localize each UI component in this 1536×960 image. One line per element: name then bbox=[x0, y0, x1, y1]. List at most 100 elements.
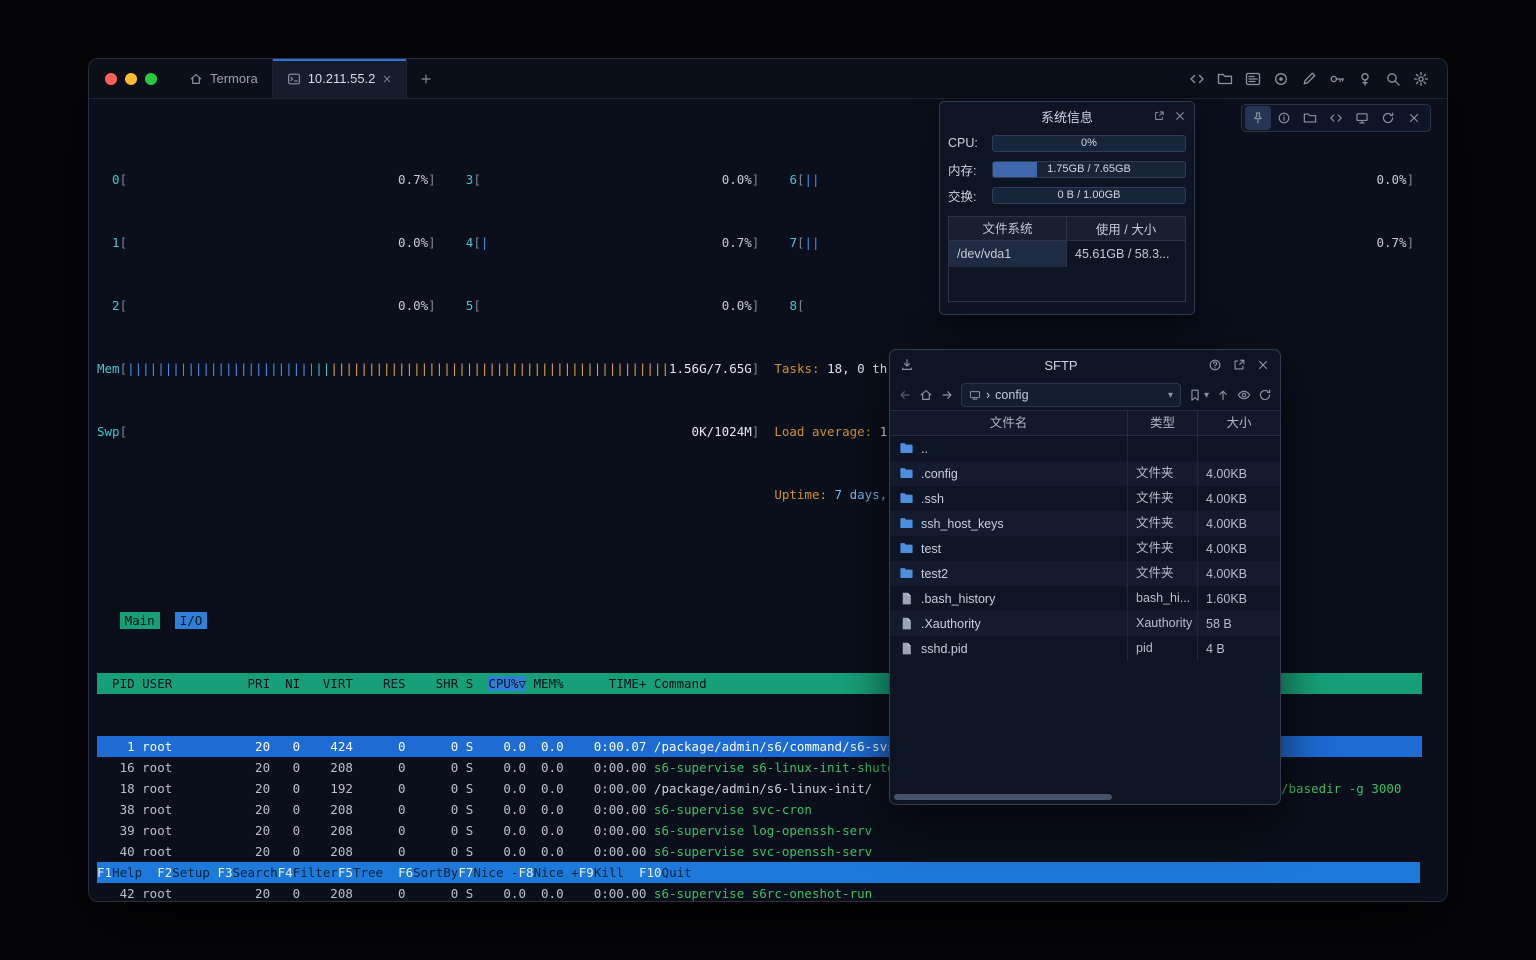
file-name: .ssh bbox=[921, 492, 944, 506]
sftp-file-list: ...config文件夹4.00KB.ssh文件夹4.00KBssh_host_… bbox=[890, 436, 1280, 792]
path-dropdown-icon[interactable]: ▾ bbox=[1168, 390, 1173, 401]
column-filename[interactable]: 文件名 bbox=[890, 410, 1128, 436]
settings-icon[interactable] bbox=[1413, 71, 1429, 87]
fs-usage: 45.61GB / 58.3... bbox=[1067, 247, 1185, 261]
key-icon[interactable] bbox=[1329, 71, 1345, 87]
file-type: 文件夹 bbox=[1128, 536, 1198, 561]
fkey-F3[interactable]: F3 bbox=[217, 865, 232, 880]
zoom-window-button[interactable] bbox=[145, 73, 157, 85]
side-toolbar bbox=[1241, 104, 1431, 132]
close-window-icon[interactable] bbox=[1256, 358, 1270, 372]
new-tab-button[interactable] bbox=[407, 59, 445, 98]
close-window-button[interactable] bbox=[105, 73, 117, 85]
fkey-F4[interactable]: F4 bbox=[278, 865, 293, 880]
path-segment[interactable]: config bbox=[995, 388, 1028, 402]
edit-icon[interactable] bbox=[1301, 71, 1317, 87]
fkey-label[interactable]: Tree bbox=[353, 865, 398, 880]
sftp-file-row-..[interactable]: .. bbox=[890, 436, 1280, 461]
terminal-icon bbox=[287, 72, 301, 86]
tab-termora[interactable]: Termora bbox=[175, 59, 272, 98]
fkey-label[interactable]: Filter bbox=[293, 865, 338, 880]
fkey-F6[interactable]: F6 bbox=[398, 865, 413, 880]
fkey-F10[interactable]: F10 bbox=[639, 865, 662, 880]
pin-icon bbox=[1251, 111, 1265, 125]
logs-icon[interactable] bbox=[1245, 71, 1261, 87]
window-toolbar bbox=[1189, 59, 1447, 98]
horizontal-scrollbar[interactable] bbox=[892, 792, 1278, 802]
back-icon[interactable] bbox=[898, 388, 912, 402]
fkey-F5[interactable]: F5 bbox=[338, 865, 353, 880]
sftp-file-row-.Xauthority[interactable]: .XauthorityXauthority58 B bbox=[890, 611, 1280, 636]
column-type[interactable]: 类型 bbox=[1128, 410, 1198, 436]
file-type: 文件夹 bbox=[1128, 486, 1198, 511]
system-info-meter: 内存:1.75GB / 7.65GB bbox=[940, 156, 1194, 182]
htop-tab-io[interactable]: I/O bbox=[175, 612, 208, 629]
bookmark-dropdown-icon[interactable]: ▾ bbox=[1204, 390, 1209, 401]
folder-icon[interactable] bbox=[1217, 71, 1233, 87]
files-button[interactable] bbox=[1297, 106, 1323, 130]
file-size: 4.00KB bbox=[1198, 517, 1280, 531]
record-icon[interactable] bbox=[1273, 71, 1289, 87]
file-type: 文件夹 bbox=[1128, 461, 1198, 486]
fkey-F1[interactable]: F1 bbox=[97, 865, 112, 880]
refresh-icon[interactable] bbox=[1258, 388, 1272, 402]
home-icon bbox=[189, 72, 203, 86]
process-row-39[interactable]: 39 root 20 0 208 0 0 S 0.0 0.0 0:00.00 s… bbox=[97, 820, 1422, 841]
file-name: .config bbox=[921, 467, 958, 481]
search-icon[interactable] bbox=[1385, 71, 1401, 87]
sftp-file-row-.config[interactable]: .config文件夹4.00KB bbox=[890, 461, 1280, 486]
detach-panel-icon[interactable] bbox=[1153, 110, 1165, 122]
scrollbar-thumb[interactable] bbox=[894, 794, 1112, 800]
fkey-label[interactable]: SortBy bbox=[413, 865, 458, 880]
minimize-window-button[interactable] bbox=[125, 73, 137, 85]
fkey-F7[interactable]: F7 bbox=[458, 865, 473, 880]
path-bar[interactable]: › config ▾ bbox=[961, 383, 1181, 407]
screen-button[interactable] bbox=[1349, 106, 1375, 130]
file-icon bbox=[899, 641, 914, 656]
code-icon[interactable] bbox=[1189, 71, 1205, 87]
tab-host[interactable]: 10.211.55.2 bbox=[272, 59, 408, 98]
process-row-42[interactable]: 42 root 20 0 208 0 0 S 0.0 0.0 0:00.00 s… bbox=[97, 883, 1422, 902]
fkey-label[interactable]: Kill bbox=[594, 865, 639, 880]
fkey-label[interactable]: Nice - bbox=[473, 865, 518, 880]
help-icon[interactable] bbox=[1208, 358, 1222, 372]
traffic-lights bbox=[89, 59, 175, 98]
snippets-button[interactable] bbox=[1323, 106, 1349, 130]
refresh-button[interactable] bbox=[1375, 106, 1401, 130]
fkey-label[interactable]: Quit bbox=[662, 865, 707, 880]
fkey-F8[interactable]: F8 bbox=[519, 865, 534, 880]
file-size: 4.00KB bbox=[1198, 542, 1280, 556]
sftp-titlebar[interactable]: SFTP bbox=[890, 350, 1280, 380]
htop-tab-main[interactable]: Main bbox=[120, 612, 160, 629]
detach-window-icon[interactable] bbox=[1232, 358, 1246, 372]
home-icon[interactable] bbox=[919, 388, 933, 402]
pin-button[interactable] bbox=[1245, 106, 1271, 130]
close-sidebar-button[interactable] bbox=[1401, 106, 1427, 130]
fkey-F9[interactable]: F9 bbox=[579, 865, 594, 880]
file-name: ssh_host_keys bbox=[921, 517, 1004, 531]
fkey-label[interactable]: Help bbox=[112, 865, 157, 880]
close-tab-icon[interactable] bbox=[382, 74, 392, 84]
process-row-40[interactable]: 40 root 20 0 208 0 0 S 0.0 0.0 0:00.00 s… bbox=[97, 841, 1422, 862]
close-panel-icon[interactable] bbox=[1174, 110, 1186, 122]
sftp-file-row-test2[interactable]: test2文件夹4.00KB bbox=[890, 561, 1280, 586]
fkey-label[interactable]: Setup bbox=[172, 865, 217, 880]
fkey-label[interactable]: Nice + bbox=[534, 865, 579, 880]
forward-icon[interactable] bbox=[940, 388, 954, 402]
up-directory-icon[interactable] bbox=[1216, 388, 1230, 402]
sftp-file-row-.bash_history[interactable]: .bash_historybash_hi...1.60KB bbox=[890, 586, 1280, 611]
sftp-file-row-sshd.pid[interactable]: sshd.pidpid4 B bbox=[890, 636, 1280, 661]
sftp-file-row-test[interactable]: test文件夹4.00KB bbox=[890, 536, 1280, 561]
info-button[interactable] bbox=[1271, 106, 1297, 130]
sftp-file-row-ssh_host_keys[interactable]: ssh_host_keys文件夹4.00KB bbox=[890, 511, 1280, 536]
sftp-file-row-.ssh[interactable]: .ssh文件夹4.00KB bbox=[890, 486, 1280, 511]
sftp-table-header[interactable]: 文件名 类型 大小 bbox=[890, 410, 1280, 436]
fkey-F2[interactable]: F2 bbox=[157, 865, 172, 880]
preview-eye-icon[interactable] bbox=[1237, 388, 1251, 402]
bookmark-button[interactable]: ▾ bbox=[1188, 388, 1209, 402]
fkey-label[interactable]: Search bbox=[233, 865, 278, 880]
column-size[interactable]: 大小 bbox=[1198, 410, 1280, 436]
token-icon[interactable] bbox=[1357, 71, 1373, 87]
filesystem-row[interactable]: /dev/vda1 45.61GB / 58.3... bbox=[949, 241, 1185, 267]
system-info-meter: CPU:0% bbox=[940, 130, 1194, 156]
